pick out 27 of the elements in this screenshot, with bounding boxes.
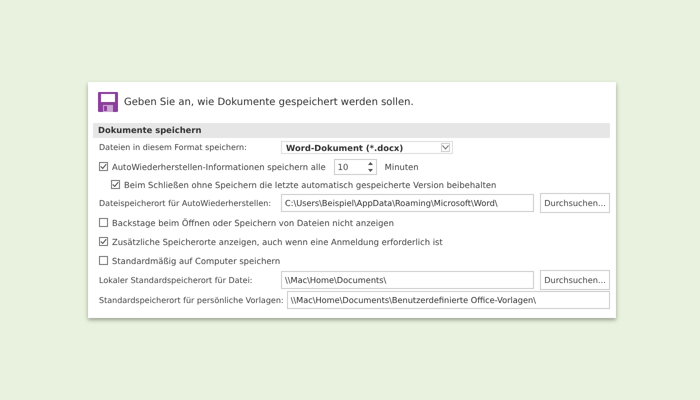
spinner-arrows-icon[interactable] bbox=[366, 160, 374, 174]
checkbox-label: Backstage beim Öffnen oder Speichern von Dateien nicht anzeigen bbox=[112, 218, 394, 228]
checkbox[interactable] bbox=[99, 162, 108, 171]
section-header: Dokumente speichern bbox=[93, 123, 610, 138]
path-field[interactable]: C:\Users\Beispiel\AppData\Roaming\Microsoft\Word\ bbox=[281, 194, 534, 212]
unit-label: Minuten bbox=[384, 162, 419, 172]
checkbox-label: Zusätzliche Speicherorte anzeigen, auch wenn eine Anmeldung erforderlich ist bbox=[112, 236, 443, 246]
browse-button[interactable]: Durchsuchen... bbox=[540, 193, 610, 213]
field-label: Dateispeicherort für AutoWiederherstellen: bbox=[99, 198, 272, 208]
browse-button[interactable]: Durchsuchen... bbox=[540, 270, 610, 290]
checkbox-label: Standardmäßig auf Computer speichern bbox=[112, 256, 280, 266]
checkbox[interactable] bbox=[99, 256, 108, 265]
checkbox-label: AutoWiederherstellen-Informationen speichern alle bbox=[112, 162, 326, 172]
checkbox[interactable] bbox=[99, 237, 108, 246]
field-label: Standardspeicherort für persönliche Vorlagen: bbox=[99, 296, 285, 304]
format-dropdown[interactable]: Word-Dokument (*.docx) bbox=[281, 141, 453, 154]
dropdown-arrow-icon[interactable] bbox=[441, 143, 450, 152]
checkbox-label: Beim Schließen ohne Speichern die letzte automatisch gespeicherte Version beibehalten bbox=[124, 180, 496, 190]
checkbox[interactable] bbox=[111, 180, 120, 189]
path-field[interactable]: \\Mac\Home\Documents\ bbox=[281, 271, 534, 289]
minutes-spinner[interactable]: 10 bbox=[334, 158, 377, 174]
field-label: Dateien in diesem Format speichern: bbox=[99, 143, 248, 152]
field-label: Lokaler Standardspeicherort für Datei: bbox=[99, 276, 254, 284]
save-icon bbox=[98, 92, 118, 112]
path-field[interactable]: \\Mac\Home\Documents\Benutzerdefinierte Office-Vorlagen\ bbox=[286, 291, 610, 309]
checkbox[interactable] bbox=[99, 218, 108, 227]
header-text: Geben Sie an, wie Dokumente gespeichert werden sollen. bbox=[124, 96, 414, 108]
